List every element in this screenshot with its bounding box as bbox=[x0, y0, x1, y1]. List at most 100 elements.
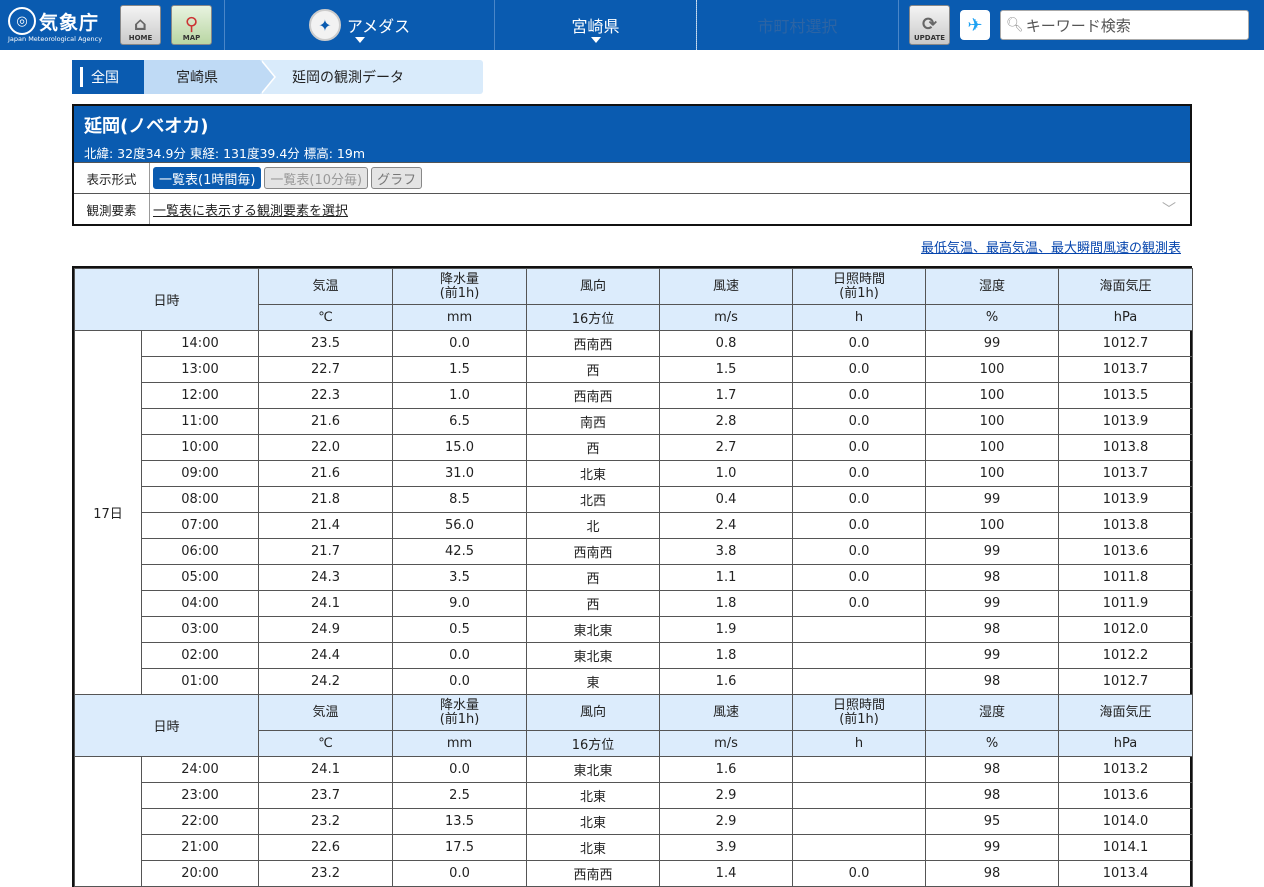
format-graph-button[interactable]: グラフ bbox=[371, 167, 423, 189]
table-cell: 西南西 bbox=[526, 860, 661, 887]
table-cell: 8.5 bbox=[392, 486, 528, 513]
header-text: 風向 bbox=[580, 278, 607, 294]
dropdown-arrow-icon bbox=[590, 37, 601, 43]
header-text: 風速 bbox=[713, 278, 740, 294]
refresh-icon: ⟳ bbox=[921, 14, 938, 35]
table-cell: 0.0 bbox=[392, 860, 528, 887]
table-cell: 西 bbox=[526, 590, 661, 617]
unit-cell: mm bbox=[392, 730, 528, 757]
format-hourly-button[interactable]: 一覧表(1時間毎) bbox=[153, 167, 262, 189]
table-cell: 北東 bbox=[526, 782, 661, 809]
search-icon: 🔍︎ bbox=[1006, 17, 1024, 33]
extremes-link[interactable]: 最低気温、最高気温、最大瞬間風速の観測表 bbox=[921, 237, 1181, 256]
table-row: 02:00 24.4 0.0 東北東 1.8 99 1012.2 bbox=[75, 642, 1194, 669]
element-select[interactable]: 一覧表に表示する観測要素を選択 ﹀ bbox=[150, 199, 1190, 219]
table-row: 24:00 24.1 0.0 東北東 1.6 98 1013.2 bbox=[74, 756, 1194, 887]
table-cell: 2.4 bbox=[659, 512, 794, 539]
map-button[interactable]: ⚲ MAP bbox=[171, 5, 212, 45]
format-10min-button[interactable]: 一覧表(10分毎) bbox=[264, 167, 369, 189]
header-2: 風向 bbox=[526, 694, 661, 731]
table-cell: 21.6 bbox=[258, 408, 394, 435]
table-cell: 03:00 bbox=[140, 616, 260, 643]
table-cell: 07:00 bbox=[140, 512, 260, 539]
table-cell: 02:00 bbox=[140, 642, 260, 669]
header-1: 降水量 (前1h) bbox=[392, 694, 528, 731]
table-cell: 3.9 bbox=[659, 834, 794, 861]
jma-logo[interactable]: ◎ 気象庁 Japan Meteorological Agency bbox=[0, 0, 112, 50]
table-cell: 1013.8 bbox=[1058, 512, 1194, 539]
table-cell: 0.0 bbox=[792, 356, 927, 383]
table-cell: 1013.9 bbox=[1058, 486, 1194, 513]
table-cell: 12:00 bbox=[140, 382, 260, 409]
table-cell: 1013.7 bbox=[1058, 460, 1194, 487]
table-cell: 9.0 bbox=[392, 590, 528, 617]
table-row: 04:00 24.1 9.0 西 1.8 0.0 99 1011.9 bbox=[75, 590, 1194, 617]
breadcrumb-item-prefecture[interactable]: 宮崎県 bbox=[144, 60, 276, 94]
dropdown-arrow-icon bbox=[354, 37, 365, 43]
search-input[interactable]: 🔍︎ キーワード検索 bbox=[1000, 10, 1249, 40]
table-cell: 1013.2 bbox=[1058, 756, 1194, 783]
nav-prefecture[interactable]: 宮崎県 bbox=[495, 0, 696, 50]
breadcrumb-item-national[interactable]: 全国 bbox=[72, 60, 158, 94]
table-cell: 1013.5 bbox=[1058, 382, 1194, 409]
table-cell: 1.6 bbox=[659, 668, 794, 695]
table-cell bbox=[792, 668, 927, 695]
table-cell: 0.8 bbox=[659, 330, 794, 357]
table-cell: 1014.1 bbox=[1058, 834, 1194, 861]
header-5: 湿度 bbox=[925, 268, 1060, 305]
table-cell: 0.0 bbox=[792, 512, 927, 539]
nav-prefecture-label: 宮崎県 bbox=[571, 17, 620, 36]
table-cell: 0.0 bbox=[792, 486, 927, 513]
home-button[interactable]: ⌂ HOME bbox=[120, 5, 161, 45]
table-cell: 西 bbox=[526, 356, 661, 383]
home-label: HOME bbox=[128, 34, 153, 42]
unit-cell: 16方位 bbox=[526, 730, 661, 757]
update-button[interactable]: ⟳ UPDATE bbox=[909, 5, 950, 45]
header-text: 湿度 bbox=[979, 704, 1006, 720]
table-cell: 98 bbox=[925, 564, 1060, 591]
unit-cell: ℃ bbox=[258, 730, 394, 757]
table-cell: 21.4 bbox=[258, 512, 394, 539]
table-cell: 11:00 bbox=[140, 408, 260, 435]
table-cell: 0.0 bbox=[392, 642, 528, 669]
table-row: 12:00 22.3 1.0 西南西 1.7 0.0 100 1013.5 bbox=[75, 382, 1194, 409]
header-0: 気温 bbox=[258, 694, 394, 731]
header-text: 海面気圧 bbox=[1099, 704, 1152, 720]
table-cell: 24.4 bbox=[258, 642, 394, 669]
logo-subtitle: Japan Meteorological Agency bbox=[8, 35, 103, 43]
table-cell: 0.0 bbox=[792, 330, 927, 357]
format-label: 表示形式 bbox=[74, 163, 150, 193]
table-cell: 2.8 bbox=[659, 408, 794, 435]
unit-cell: mm bbox=[392, 304, 528, 331]
top-bar: ◎ 気象庁 Japan Meteorological Agency ⌂ HOME… bbox=[0, 0, 1264, 50]
table-cell: 23.2 bbox=[258, 808, 394, 835]
table-cell: 99 bbox=[925, 486, 1060, 513]
header-row: 日時 気温 降水量 (前1h) 風向 風速 日照時間 (前1h) 湿度 海面気圧 bbox=[73, 268, 1194, 331]
table-cell: 0.4 bbox=[659, 486, 794, 513]
header-6: 海面気圧 bbox=[1058, 268, 1194, 305]
table-cell: 10:00 bbox=[140, 434, 260, 461]
header-1: 降水量 (前1h) bbox=[392, 268, 528, 305]
breadcrumb-marker bbox=[80, 67, 83, 87]
nav-amedas[interactable]: ✦ アメダス bbox=[225, 0, 494, 50]
table-cell: 北東 bbox=[526, 834, 661, 861]
amedas-icon: ✦ bbox=[308, 9, 341, 41]
table-cell: 0.0 bbox=[792, 434, 927, 461]
table-cell: 04:00 bbox=[140, 590, 260, 617]
twitter-button[interactable]: ✈ bbox=[960, 10, 990, 40]
nav-city-select[interactable]: 市町村選択 bbox=[697, 0, 898, 50]
table-cell: 1014.0 bbox=[1058, 808, 1194, 835]
table-cell: 99 bbox=[925, 642, 1060, 669]
table-cell: 北東 bbox=[526, 460, 661, 487]
table-cell: 98 bbox=[925, 616, 1060, 643]
table-cell: 3.5 bbox=[392, 564, 528, 591]
unit-cell: h bbox=[792, 304, 927, 331]
breadcrumb-label: 延岡の観測データ bbox=[292, 70, 404, 86]
header-text: 日照時間 bbox=[833, 697, 886, 713]
table-row: 13:00 22.7 1.5 西 1.5 0.0 100 1013.7 bbox=[75, 356, 1194, 383]
breadcrumb-label: 全国 bbox=[91, 70, 119, 86]
table-cell: 1.5 bbox=[659, 356, 794, 383]
table-cell: 西 bbox=[526, 564, 661, 591]
table-cell: 6.5 bbox=[392, 408, 528, 435]
unit-cell: % bbox=[925, 304, 1060, 331]
